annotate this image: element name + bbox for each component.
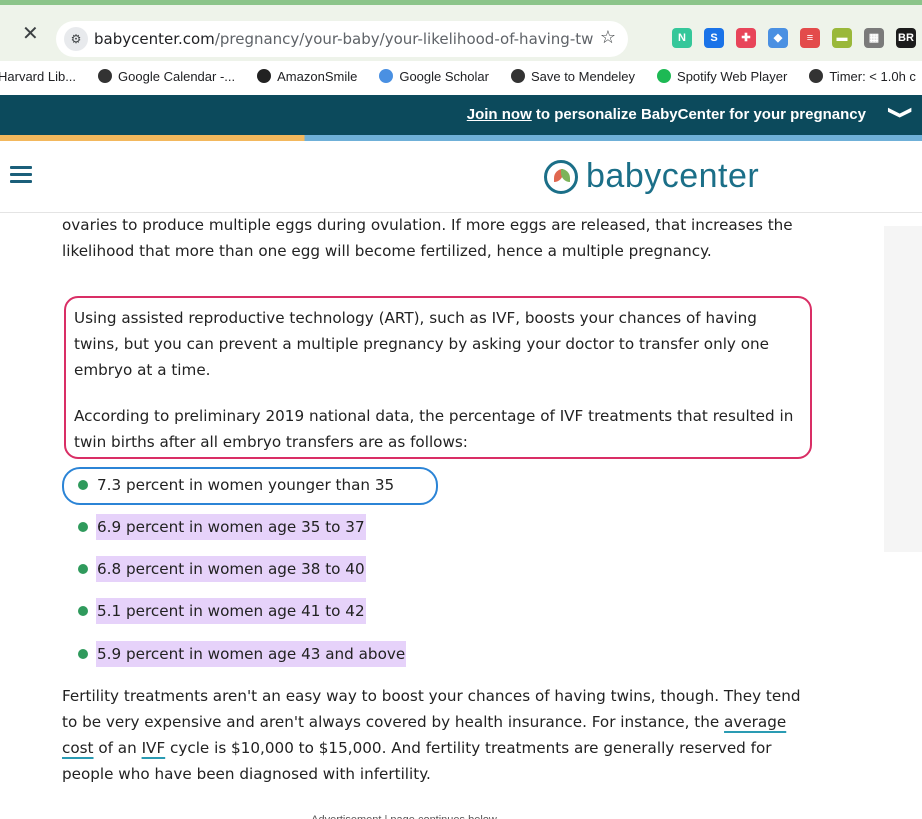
toolbar: ✕ ⚙ babycenter.com/pregnancy/your-baby/y… [0, 5, 922, 61]
bookmark-item[interactable]: Google Scholar [379, 69, 489, 84]
join-banner[interactable]: Join now to personalize BabyCenter for y… [0, 95, 922, 135]
extension-icon[interactable]: ✚ [736, 28, 756, 48]
extension-icon[interactable]: N [672, 28, 692, 48]
ad-note: Advertisement | page continues below [62, 807, 746, 819]
bookmark-item[interactable]: Save to Mendeley [510, 68, 636, 84]
logo-icon [544, 159, 578, 194]
sidebar-ad-slot [884, 226, 922, 552]
bookmark-label: Save to Mendeley [530, 68, 636, 84]
bookmark-star-icon[interactable]: ☆ [600, 27, 616, 48]
close-icon[interactable]: ✕ [22, 22, 39, 44]
bookmark-item[interactable]: Harvard Lib... [0, 69, 76, 84]
paragraph-text: Fertility treatments aren't an easy way … [62, 687, 801, 731]
bookmark-item[interactable]: Google Calendar -... [98, 69, 235, 84]
tune-icon[interactable]: ⚙ [64, 27, 88, 51]
scholar-icon [379, 69, 394, 83]
url-text[interactable]: babycenter.com/pregnancy/your-baby/your-… [94, 30, 594, 48]
globe-icon [809, 69, 824, 83]
bookmark-item[interactable]: Spotify Web Player [657, 69, 787, 84]
amazon-icon [257, 69, 272, 83]
extension-icon[interactable]: S [704, 28, 724, 48]
extensions-bar: N S ✚ ◆ ≡ ▬ ▦ BR [672, 27, 916, 49]
join-now-link[interactable]: Join now [467, 106, 532, 123]
banner-text: Join now to personalize BabyCenter for y… [467, 106, 866, 123]
bookmark-label: Spotify Web Player [677, 68, 788, 84]
bookmark-label: Google Scholar [399, 68, 489, 84]
bookmarks-bar: Harvard Lib... Google Calendar -... Amaz… [0, 61, 922, 91]
list-item: 7.3 percent in women younger than 35 [78, 472, 395, 498]
babycenter-logo[interactable]: babycenter [544, 157, 759, 196]
bullet-icon [78, 522, 88, 532]
address-bar[interactable]: ⚙ babycenter.com/pregnancy/your-baby/you… [56, 21, 628, 57]
globe-icon [98, 69, 113, 83]
bullet-icon [78, 606, 88, 616]
paragraph-text: cycle is $10,000 to $15,000. And fertili… [62, 739, 772, 783]
extension-icon[interactable]: ◆ [768, 28, 788, 48]
bookmark-label: AmazonSmile [277, 68, 358, 84]
list-item-text: 6.9 percent in women age 35 to 37 [96, 514, 366, 540]
spotify-icon [657, 69, 672, 83]
paragraph: Using assisted reproductive technology (… [74, 309, 770, 379]
paragraph: ovaries to produce multiple eggs during … [62, 216, 793, 260]
chevron-down-icon[interactable]: ❯ [887, 105, 914, 120]
banner-message: to personalize BabyCenter for your pregn… [531, 106, 866, 123]
list-item: 6.9 percent in women age 35 to 37 [78, 514, 366, 540]
bookmark-label: Timer: < 1.0h c [829, 68, 916, 84]
list-item-text: 5.9 percent in women age 43 and above [96, 641, 407, 667]
paragraph: Fertility treatments aren't an easy way … [62, 683, 814, 787]
extension-icon[interactable]: ≡ [800, 28, 820, 48]
extension-icon[interactable]: BR [896, 28, 916, 48]
list-item: 5.9 percent in women age 43 and above [78, 641, 407, 667]
list-item: 5.1 percent in women age 41 to 42 [78, 598, 366, 624]
url-path: /pregnancy/your-baby/your-likelihood-of-… [214, 30, 594, 48]
hamburger-menu-icon[interactable] [10, 166, 32, 184]
bookmark-label: Google Calendar -... [118, 68, 236, 84]
bullet-icon [78, 564, 88, 574]
list-item-text: 7.3 percent in women younger than 35 [97, 476, 395, 494]
ivf-link[interactable]: IVF [142, 739, 166, 757]
site-header: babycenter [0, 141, 922, 213]
bullet-icon [78, 480, 88, 490]
list-item-text: 6.8 percent in women age 38 to 40 [96, 556, 366, 582]
list-item: 6.8 percent in women age 38 to 40 [78, 556, 366, 582]
bullet-icon [78, 649, 88, 659]
bookmark-item[interactable]: Timer: < 1.0h c [809, 69, 916, 84]
globe-icon [510, 69, 525, 83]
list-item-text: 5.1 percent in women age 41 to 42 [96, 598, 366, 624]
extension-icon[interactable]: ▬ [832, 28, 852, 48]
paragraph: According to preliminary 2019 national d… [74, 407, 794, 451]
extension-icon[interactable]: ▦ [864, 28, 884, 48]
logo-text: babycenter [586, 157, 760, 195]
paragraph-text: of an [93, 739, 142, 757]
bookmark-label: Harvard Lib... [0, 68, 77, 84]
bookmark-item[interactable]: AmazonSmile [257, 69, 357, 84]
url-domain: babycenter.com [94, 30, 215, 48]
